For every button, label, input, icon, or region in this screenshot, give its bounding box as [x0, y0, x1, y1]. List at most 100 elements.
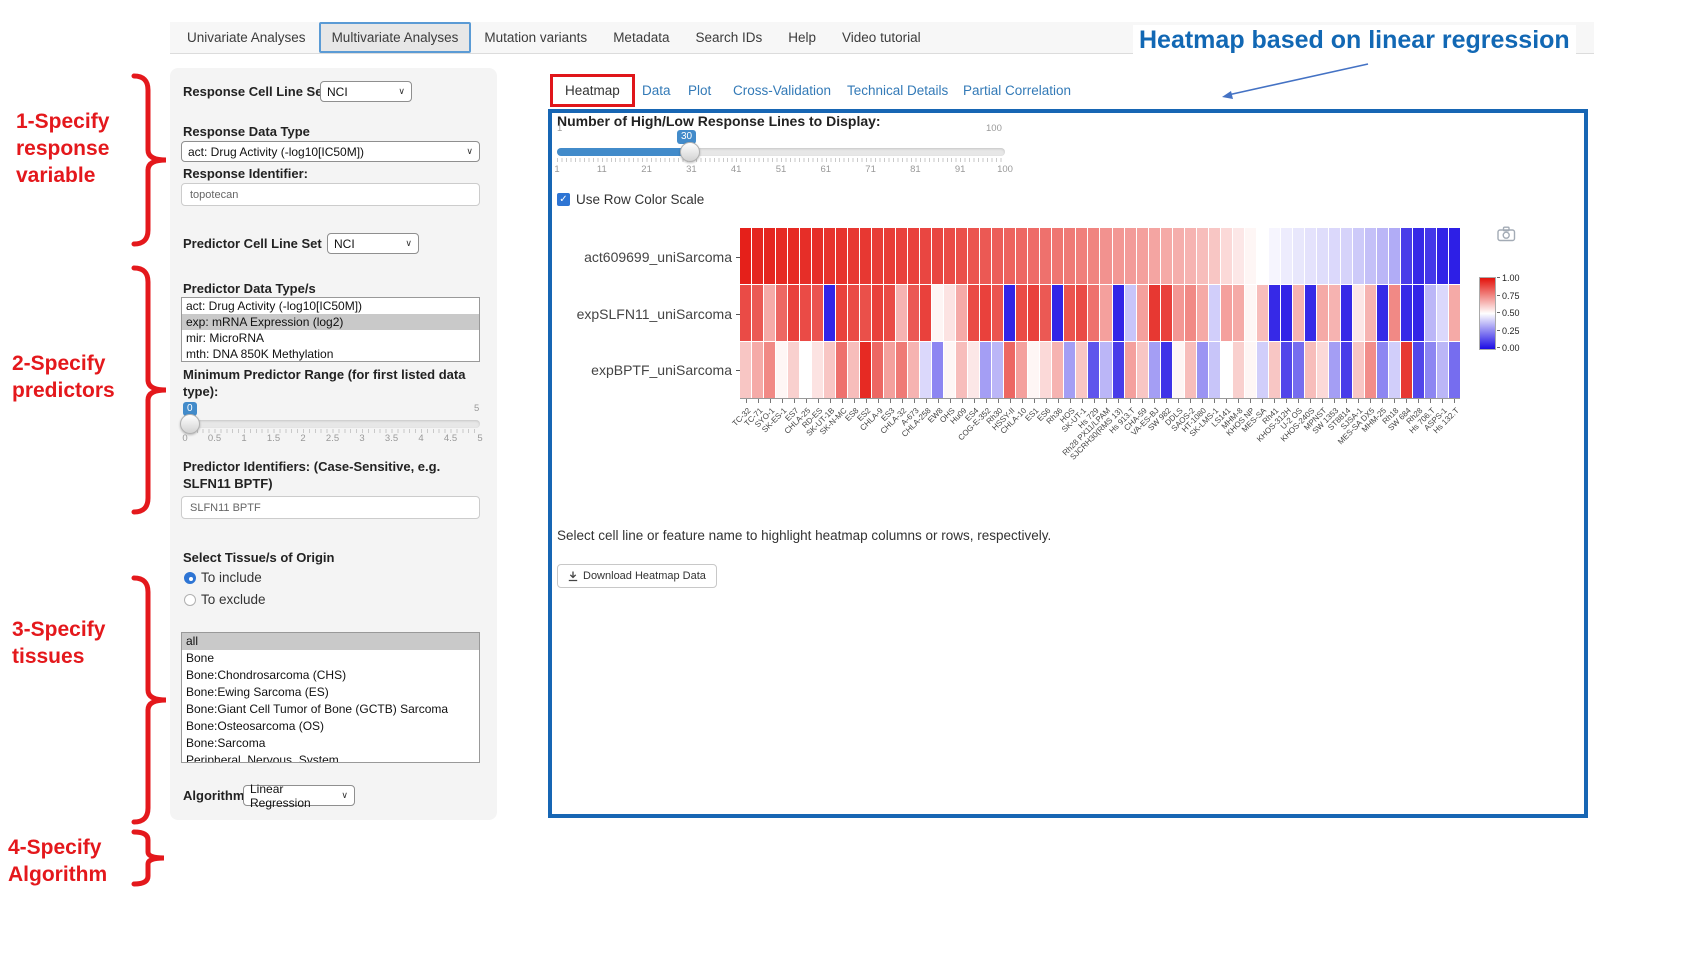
heatmap-cell[interactable]: [1113, 228, 1124, 284]
heatmap-cell[interactable]: [788, 342, 799, 398]
tab-data[interactable]: Data: [642, 83, 671, 98]
heatmap-cell[interactable]: [1209, 228, 1220, 284]
list-item[interactable]: all: [182, 633, 479, 650]
heatmap-cell[interactable]: [896, 228, 907, 284]
heatmap-cell[interactable]: [1305, 228, 1316, 284]
heatmap-cell[interactable]: [1113, 285, 1124, 341]
heatmap-cell[interactable]: [764, 285, 775, 341]
heatmap-cell[interactable]: [1209, 285, 1220, 341]
heatmap-cell[interactable]: [1221, 228, 1232, 284]
heatmap-cell[interactable]: [1305, 342, 1316, 398]
heatmap-cell[interactable]: [812, 342, 823, 398]
heatmap-cell[interactable]: [1125, 228, 1136, 284]
nav-item-video-tutorial[interactable]: Video tutorial: [829, 30, 934, 45]
heatmap-cell[interactable]: [1149, 228, 1160, 284]
heatmap-cell[interactable]: [1197, 228, 1208, 284]
heatmap-cell[interactable]: [1281, 285, 1292, 341]
heatmap-cell[interactable]: [932, 285, 943, 341]
heatmap-cell[interactable]: [860, 228, 871, 284]
heatmap-cell[interactable]: [1353, 285, 1364, 341]
heatmap-cell[interactable]: [1257, 228, 1268, 284]
heatmap-cell[interactable]: [1389, 228, 1400, 284]
heatmap-cell[interactable]: [908, 342, 919, 398]
heatmap-cell[interactable]: [992, 342, 1003, 398]
heatmap-cell[interactable]: [1377, 285, 1388, 341]
predictor-identifiers-input[interactable]: SLFN11 BPTF: [181, 496, 480, 519]
heatmap-cell[interactable]: [1341, 285, 1352, 341]
heatmap-cell[interactable]: [884, 228, 895, 284]
heatmap-cell[interactable]: [968, 285, 979, 341]
heatmap-cell[interactable]: [1137, 342, 1148, 398]
heatmap-cell[interactable]: [920, 285, 931, 341]
heatmap-cell[interactable]: [1028, 228, 1039, 284]
heatmap-cell[interactable]: [1052, 228, 1063, 284]
heatmap-cell[interactable]: [848, 342, 859, 398]
heatmap-cell[interactable]: [1233, 342, 1244, 398]
heatmap-cell[interactable]: [1173, 285, 1184, 341]
list-item[interactable]: Bone: [182, 650, 479, 667]
heatmap-cell[interactable]: [1437, 228, 1448, 284]
heatmap-cell[interactable]: [1149, 285, 1160, 341]
heatmap-cell[interactable]: [824, 228, 835, 284]
heatmap-cell[interactable]: [992, 228, 1003, 284]
heatmap-cell[interactable]: [932, 342, 943, 398]
heatmap-cell[interactable]: [1365, 228, 1376, 284]
predictor-cell-line-set-select[interactable]: NCI∨: [327, 233, 419, 254]
lines-slider-handle[interactable]: [680, 142, 700, 162]
heatmap-cell[interactable]: [1125, 342, 1136, 398]
heatmap-cell[interactable]: [968, 228, 979, 284]
heatmap-cell[interactable]: [1052, 342, 1063, 398]
heatmap-cell[interactable]: [1233, 228, 1244, 284]
heatmap-cell[interactable]: [896, 285, 907, 341]
nav-item-multivariate-analyses[interactable]: Multivariate Analyses: [319, 22, 472, 53]
lines-slider-track[interactable]: [557, 148, 1005, 156]
heatmap-cell[interactable]: [1016, 285, 1027, 341]
min-predictor-range-slider-handle[interactable]: [180, 414, 200, 434]
nav-item-univariate-analyses[interactable]: Univariate Analyses: [174, 30, 319, 45]
heatmap-cell[interactable]: [1449, 342, 1460, 398]
heatmap-cell[interactable]: [1353, 228, 1364, 284]
heatmap-cell[interactable]: [1161, 228, 1172, 284]
heatmap-cell[interactable]: [1377, 228, 1388, 284]
heatmap-cell[interactable]: [956, 285, 967, 341]
heatmap-cell[interactable]: [800, 342, 811, 398]
heatmap-cell[interactable]: [1040, 342, 1051, 398]
heatmap-cell[interactable]: [956, 228, 967, 284]
heatmap-cell[interactable]: [908, 228, 919, 284]
heatmap-cell[interactable]: [1064, 285, 1075, 341]
heatmap-cell[interactable]: [1064, 228, 1075, 284]
heatmap-cell[interactable]: [1377, 342, 1388, 398]
heatmap-cell[interactable]: [1221, 342, 1232, 398]
heatmap-cell[interactable]: [740, 285, 751, 341]
heatmap-cell[interactable]: [836, 342, 847, 398]
heatmap-cell[interactable]: [860, 285, 871, 341]
heatmap-cell[interactable]: [1004, 342, 1015, 398]
tab-technical-details[interactable]: Technical Details: [847, 83, 948, 98]
heatmap-cell[interactable]: [1317, 342, 1328, 398]
heatmap-cell[interactable]: [1161, 285, 1172, 341]
list-item[interactable]: exp: mRNA Expression (log2): [182, 314, 479, 330]
response-data-type-select[interactable]: act: Drug Activity (-log10[IC50M])∨: [181, 141, 480, 162]
heatmap-cell[interactable]: [1052, 285, 1063, 341]
heatmap-cell[interactable]: [1185, 342, 1196, 398]
nav-item-mutation-variants[interactable]: Mutation variants: [471, 30, 600, 45]
heatmap-cell[interactable]: [764, 342, 775, 398]
heatmap-cell[interactable]: [1305, 285, 1316, 341]
predictor-data-types-listbox[interactable]: act: Drug Activity (-log10[IC50M])exp: m…: [181, 297, 480, 362]
heatmap-cell[interactable]: [1088, 342, 1099, 398]
heatmap-cell[interactable]: [896, 342, 907, 398]
heatmap-cell[interactable]: [1437, 285, 1448, 341]
list-item[interactable]: Bone:Sarcoma: [182, 735, 479, 752]
heatmap-cell[interactable]: [884, 285, 895, 341]
min-predictor-range-slider-track[interactable]: [185, 420, 480, 428]
response-identifier-input[interactable]: topotecan: [181, 183, 480, 206]
heatmap-cell[interactable]: [1197, 342, 1208, 398]
tab-cross-validation[interactable]: Cross-Validation: [733, 83, 831, 98]
list-item[interactable]: mth: DNA 850K Methylation: [182, 346, 479, 362]
heatmap-cell[interactable]: [872, 342, 883, 398]
list-item[interactable]: Bone:Giant Cell Tumor of Bone (GCTB) Sar…: [182, 701, 479, 718]
heatmap-cell[interactable]: [1197, 285, 1208, 341]
heatmap-cell[interactable]: [1389, 285, 1400, 341]
heatmap-cell[interactable]: [1413, 342, 1424, 398]
heatmap-cell[interactable]: [1269, 342, 1280, 398]
